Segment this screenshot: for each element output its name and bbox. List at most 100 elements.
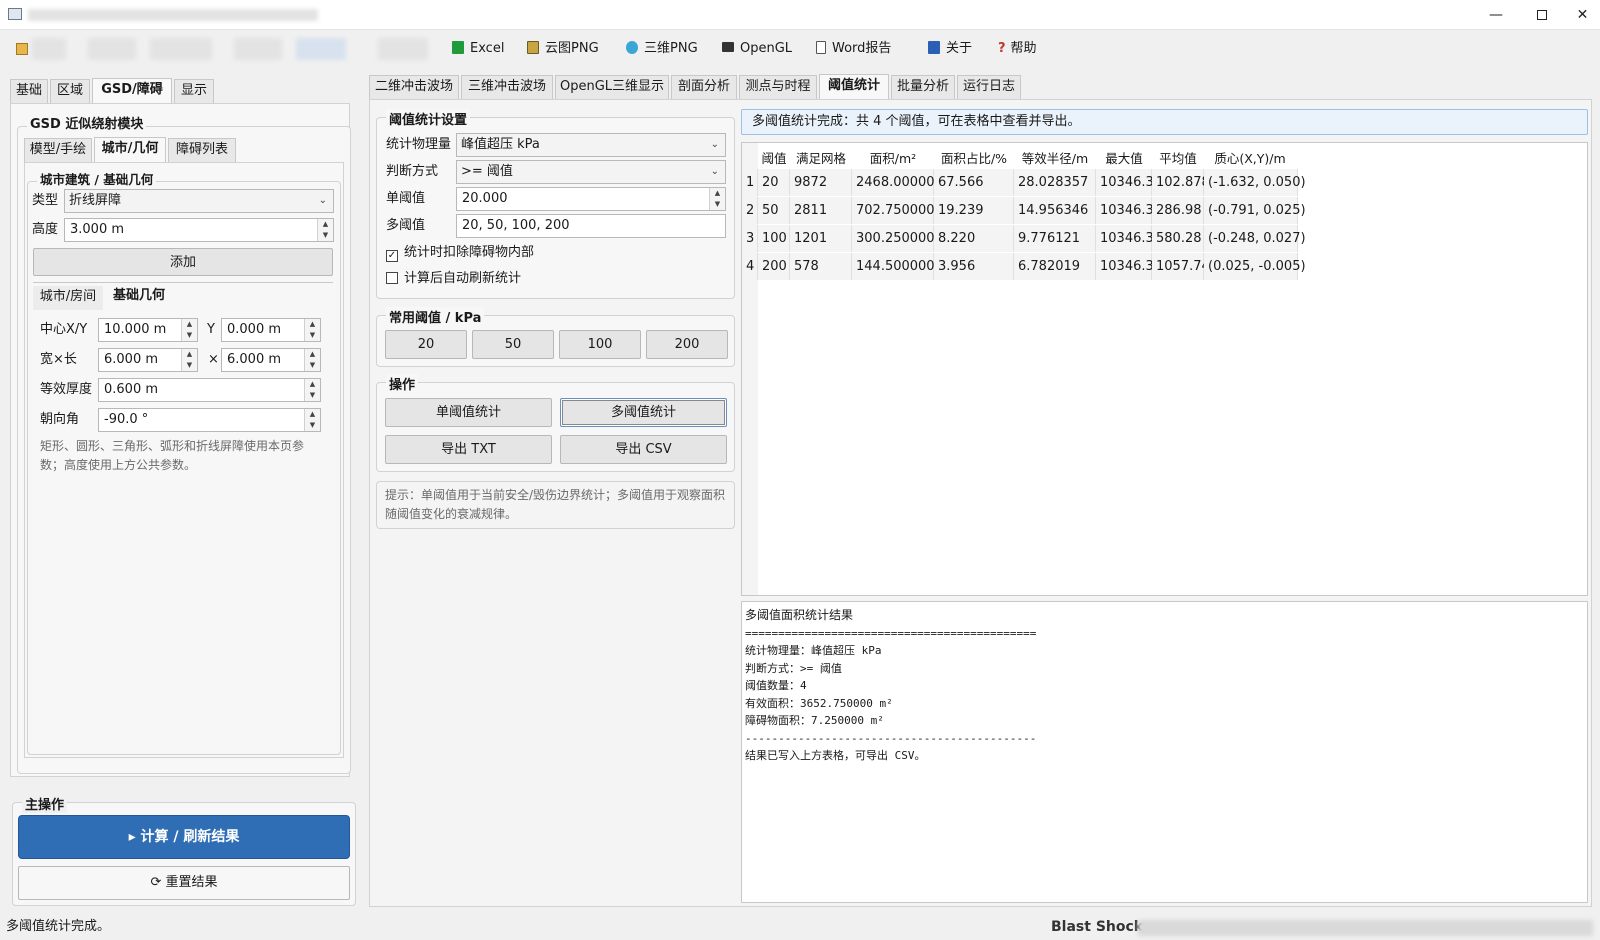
tab-probe-history[interactable]: 测点与时程 (739, 75, 817, 99)
table-cell[interactable]: 102.878 (1152, 169, 1210, 196)
table-cell[interactable]: 1201 (790, 225, 852, 252)
table-cell[interactable]: 2468.000000 (852, 169, 943, 196)
height-spinbox[interactable]: 3.000 m ▲ ▼ (64, 218, 334, 242)
tab-obstacle-list[interactable]: 障碍列表 (168, 138, 236, 162)
width-spinbox[interactable]: 6.000 m ▲ ▼ (98, 348, 198, 372)
tab-opengl-3d[interactable]: OpenGL三维显示 (555, 75, 669, 99)
tab-3d-field[interactable]: 三维冲击波场 (461, 75, 553, 99)
table-cell[interactable]: 286.98 (1152, 197, 1204, 224)
type-select[interactable]: 折线屏障 ⌄ (64, 189, 334, 213)
spin-arrows-icon[interactable]: ▲ ▼ (304, 409, 320, 431)
single-stat-button[interactable]: 单阈值统计 (385, 398, 552, 427)
excel-button[interactable]: Excel (452, 38, 504, 60)
table-cell[interactable]: 9.776121 (1014, 225, 1096, 252)
spin-arrows-icon[interactable]: ▲ ▼ (304, 379, 320, 401)
cloud-png-button[interactable]: 云图PNG (527, 38, 599, 60)
tab-region[interactable]: 区域 (50, 79, 90, 103)
word-report-button[interactable]: Word报告 (816, 38, 891, 60)
help-button[interactable]: ? 帮助 (998, 38, 1037, 60)
table-cell[interactable]: 300.250000 (852, 225, 935, 252)
spin-arrows-icon[interactable]: ▲ ▼ (304, 349, 320, 371)
threshold-preset-100[interactable]: 100 (559, 330, 641, 359)
tab-basic[interactable]: 基础 (10, 79, 48, 103)
table-cell[interactable]: 8.220 (934, 225, 1014, 252)
table-row[interactable]: 1 20 9872 2468.000000 67.566 28.028357 1… (742, 169, 1306, 196)
tab-gsd-obstacle[interactable]: GSD/障碍 (92, 78, 172, 104)
table-cell[interactable]: 3.956 (934, 253, 1014, 280)
tab-threshold-stats[interactable]: 阈值统计 (819, 74, 889, 100)
table-cell[interactable]: 578 (790, 253, 852, 280)
table-cell[interactable]: 10346.3 (1096, 169, 1154, 196)
table-cell[interactable]: 2811 (790, 197, 852, 224)
threshold-preset-50[interactable]: 50 (472, 330, 554, 359)
close-button[interactable]: ✕ (1565, 0, 1600, 30)
table-cell[interactable]: 100 (758, 225, 790, 252)
folder-icon[interactable] (16, 43, 28, 55)
tab-city-geometry[interactable]: 城市/几何 (94, 137, 166, 163)
table-cell[interactable]: 10346.3 (1096, 253, 1154, 280)
table-cell[interactable]: 9872 (790, 169, 852, 196)
table-cell[interactable]: 702.750000 (852, 197, 935, 224)
spin-arrows-icon[interactable]: ▲ ▼ (317, 219, 333, 241)
table-row[interactable]: 3 100 1201 300.250000 8.220 9.776121 103… (742, 225, 1306, 252)
toolbar-blurred-item[interactable] (234, 38, 282, 60)
table-cell[interactable]: (-0.248, 0.027) (1204, 225, 1306, 252)
maximize-button[interactable] (1519, 0, 1565, 30)
single-threshold-spinbox[interactable]: 20.000 ▲ ▼ (456, 187, 726, 211)
center-y-spinbox[interactable]: 0.000 m ▲ ▼ (221, 318, 321, 342)
tab-city-room[interactable]: 城市/房间 (33, 286, 103, 310)
orientation-spinbox[interactable]: -90.0 ° ▲ ▼ (98, 408, 321, 432)
table-cell[interactable]: 200 (758, 253, 790, 280)
table-cell[interactable]: 14.956346 (1014, 197, 1096, 224)
compute-refresh-button[interactable]: ▸ 计算 / 刷新结果 (18, 815, 350, 859)
threshold-preset-20[interactable]: 20 (385, 330, 467, 359)
opengl-button[interactable]: OpenGL (722, 38, 792, 60)
export-txt-button[interactable]: 导出 TXT (385, 435, 552, 464)
table-cell[interactable]: 1057.74 (1152, 253, 1210, 280)
table-cell[interactable]: 28.028357 (1014, 169, 1096, 196)
minimize-button[interactable]: — (1473, 0, 1519, 30)
length-spinbox[interactable]: 6.000 m ▲ ▼ (221, 348, 321, 372)
table-cell[interactable]: 67.566 (934, 169, 1014, 196)
toolbar-blurred-item[interactable] (378, 38, 428, 60)
tab-2d-field[interactable]: 二维冲击波场 (369, 75, 459, 99)
export-csv-button[interactable]: 导出 CSV (560, 435, 727, 464)
table-cell[interactable]: 50 (758, 197, 790, 224)
tab-batch-analysis[interactable]: 批量分析 (891, 75, 955, 99)
reset-result-button[interactable]: ⟳ 重置结果 (18, 866, 350, 900)
table-cell[interactable]: (-0.791, 0.025) (1204, 197, 1306, 224)
toolbar-blurred-item[interactable] (88, 38, 136, 60)
tab-display[interactable]: 显示 (174, 79, 214, 103)
tab-basic-geometry[interactable]: 基础几何 (105, 285, 173, 311)
table-cell[interactable]: 19.239 (934, 197, 1014, 224)
tab-run-log[interactable]: 运行日志 (957, 75, 1021, 99)
threshold-preset-200[interactable]: 200 (646, 330, 728, 359)
add-button[interactable]: 添加 (33, 248, 333, 276)
table-cell[interactable]: (0.025, -0.005) (1204, 253, 1306, 280)
tab-profile-analysis[interactable]: 剖面分析 (671, 75, 737, 99)
toolbar-blurred-item[interactable] (150, 38, 212, 60)
auto-refresh-checkbox[interactable]: 计算后自动刷新统计 (386, 270, 521, 288)
table-cell[interactable]: 10346.3 (1096, 197, 1154, 224)
toolbar-blurred-item[interactable] (32, 38, 66, 60)
about-button[interactable]: 关于 (928, 38, 972, 60)
spin-arrows-icon[interactable]: ▲ ▼ (304, 319, 320, 341)
table-cell[interactable]: 144.500000 (852, 253, 935, 280)
mode-select[interactable]: >= 阈值 ⌄ (456, 160, 726, 184)
png3d-button[interactable]: 三维PNG (626, 38, 698, 60)
spin-arrows-icon[interactable]: ▲ ▼ (181, 349, 197, 371)
thickness-spinbox[interactable]: 0.600 m ▲ ▼ (98, 378, 321, 402)
table-cell[interactable]: 10346.3 (1096, 225, 1154, 252)
table-row[interactable]: 4 200 578 144.500000 3.956 6.782019 1034… (742, 253, 1306, 280)
spin-arrows-icon[interactable]: ▲ ▼ (181, 319, 197, 341)
table-row[interactable]: 2 50 2811 702.750000 19.239 14.956346 10… (742, 197, 1306, 224)
toolbar-blurred-item[interactable] (296, 38, 346, 60)
center-x-spinbox[interactable]: 10.000 m ▲ ▼ (98, 318, 198, 342)
table-cell[interactable]: 580.28 (1152, 225, 1204, 252)
spin-arrows-icon[interactable]: ▲ ▼ (709, 188, 725, 210)
quantity-select[interactable]: 峰值超压 kPa ⌄ (456, 133, 726, 157)
tab-model-hand[interactable]: 模型/手绘 (24, 138, 92, 162)
table-cell[interactable]: (-1.632, 0.050) (1204, 169, 1306, 196)
multi-threshold-input[interactable]: 20, 50, 100, 200 (456, 214, 726, 238)
multi-stat-button[interactable]: 多阈值统计 (560, 398, 727, 427)
